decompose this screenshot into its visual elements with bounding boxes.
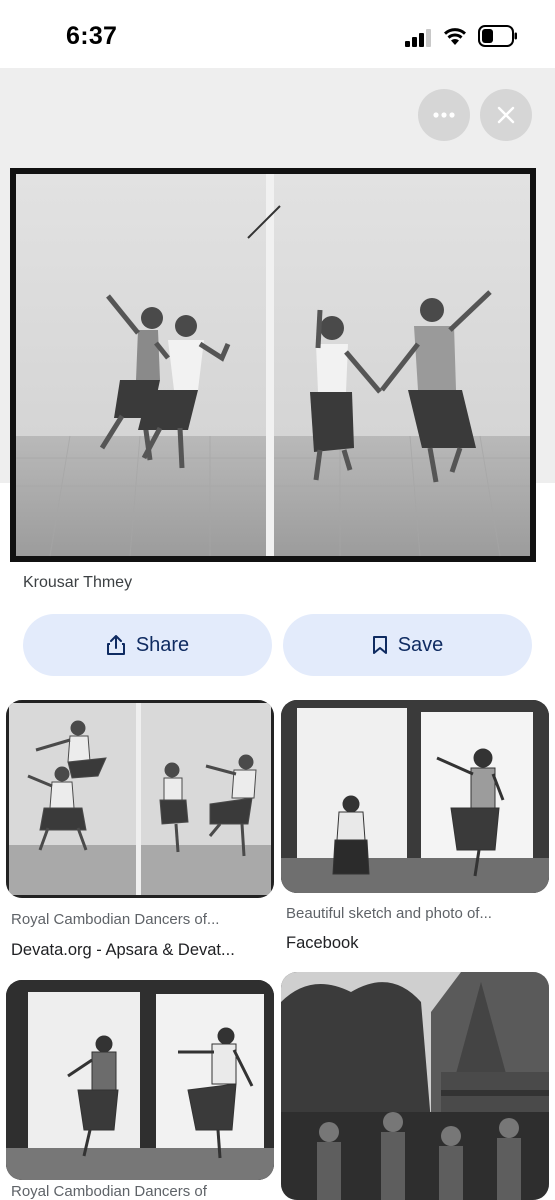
result-title[interactable]: Beautiful sketch and photo of... <box>286 905 492 922</box>
status-time: 6:37 <box>66 22 118 50</box>
result-card[interactable] <box>281 972 549 1200</box>
battery-icon <box>478 25 517 47</box>
result-source[interactable]: Facebook <box>286 934 358 953</box>
result-source[interactable]: Devata.org - Apsara & Devat... <box>11 941 235 960</box>
result-thumbnail[interactable] <box>6 700 274 898</box>
result-card[interactable]: Royal Cambodian Dancers of... Devata.org… <box>6 700 274 970</box>
close-icon <box>497 106 515 124</box>
wifi-icon <box>444 28 466 45</box>
bookmark-icon <box>372 636 387 654</box>
result-title[interactable]: Royal Cambodian Dancers of <box>11 1183 207 1200</box>
result-thumbnail[interactable] <box>281 972 549 1200</box>
more-horizontal-icon <box>433 112 455 118</box>
image-source-label[interactable]: Krousar Thmey <box>23 574 132 592</box>
status-bar: 6:37 <box>0 0 555 68</box>
more-options-button[interactable] <box>418 89 470 141</box>
result-thumbnail[interactable] <box>281 700 549 893</box>
save-button[interactable]: Save <box>283 614 532 676</box>
share-button[interactable]: Share <box>23 614 272 676</box>
result-thumbnail[interactable] <box>6 980 274 1180</box>
main-image[interactable] <box>10 168 536 562</box>
share-icon <box>106 635 125 655</box>
signal-icon <box>405 29 431 47</box>
result-title[interactable]: Royal Cambodian Dancers of... <box>11 911 219 928</box>
share-label: Share <box>135 633 190 656</box>
close-button[interactable] <box>480 89 532 141</box>
result-card[interactable]: Royal Cambodian Dancers of <box>6 980 274 1200</box>
save-label: Save <box>397 633 444 656</box>
result-card[interactable]: Beautiful sketch and photo of... Faceboo… <box>281 700 549 970</box>
